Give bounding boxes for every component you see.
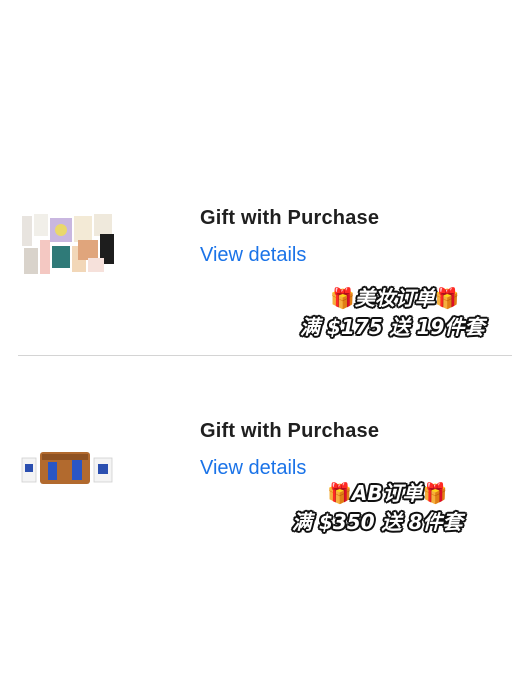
gift-icon: 🎁: [422, 481, 448, 505]
gift-item-2: Gift with Purchase View details 🎁AB订单🎁 满…: [0, 400, 512, 560]
promo-line-2: 满 $350 送 8件套: [292, 510, 463, 534]
view-details-link[interactable]: View details: [200, 457, 306, 480]
promo-line-2: 满 $175 送 19件套: [300, 315, 485, 339]
gift-icon: 🎁: [434, 286, 460, 310]
gift-item-1: Gift with Purchase View details 🎁美妆订单🎁 满…: [0, 190, 512, 350]
view-details-link[interactable]: View details: [200, 244, 306, 267]
item-title: Gift with Purchase: [200, 207, 380, 229]
item-title: Gift with Purchase: [200, 420, 380, 442]
promo-line-1: 🎁美妆订单🎁: [330, 282, 460, 311]
gift-set-thumbnail[interactable]: [18, 440, 118, 490]
promo-line-1-text: 美妆订单: [354, 286, 435, 310]
gift-set-thumbnail[interactable]: [18, 210, 118, 278]
divider: [18, 355, 512, 356]
gift-icon: 🎁: [330, 286, 355, 310]
promo-line-1: 🎁AB订单🎁: [327, 477, 448, 506]
gift-icon: 🎁: [327, 481, 352, 505]
promo-line-1-text: AB订单: [351, 481, 423, 505]
